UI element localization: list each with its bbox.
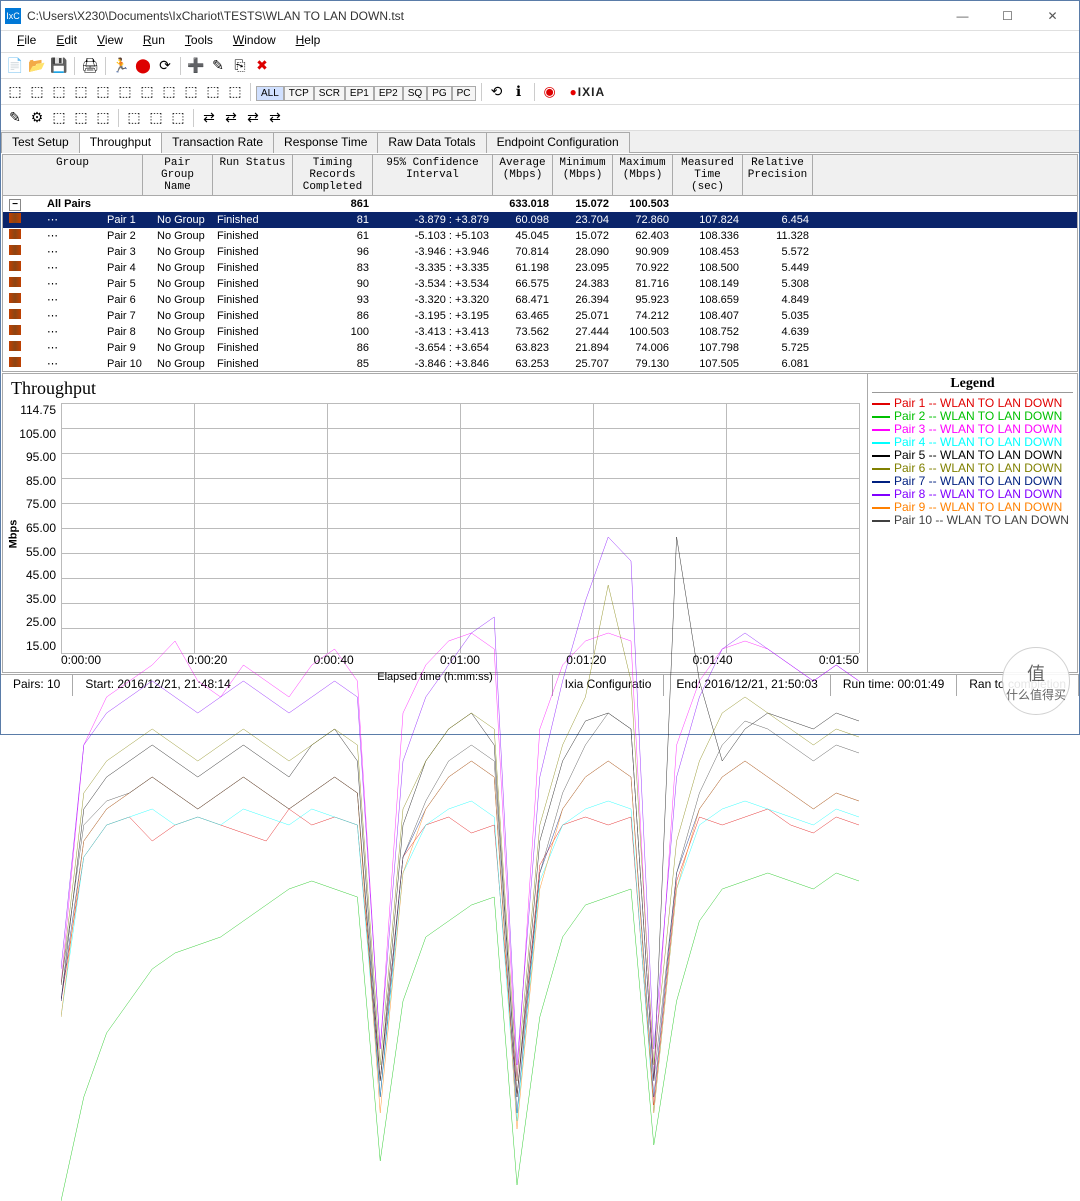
ixia-ball-icon: ◉ (540, 82, 560, 102)
tab-throughput[interactable]: Throughput (79, 132, 162, 153)
print-icon[interactable]: 🖨 (80, 56, 100, 76)
t3-d-icon[interactable]: ⬚ (71, 108, 91, 128)
menu-tools[interactable]: Tools (175, 31, 223, 52)
menu-run[interactable]: Run (133, 31, 175, 52)
t2-c-icon[interactable]: ⬚ (49, 82, 69, 102)
t3-e-icon[interactable]: ⬚ (93, 108, 113, 128)
pair-row[interactable]: ⋯ Pair 3 No Group Finished 96 -3.946 : +… (3, 244, 1077, 260)
col-header[interactable]: Run Status (213, 155, 293, 195)
toolbar-main: 📄 📂 💾 🖨 🏃 ⬤ ⟳ ➕ ✎ ⎘ ✖ (1, 53, 1079, 79)
t2-j-icon[interactable]: ⬚ (203, 82, 223, 102)
t2-b-icon[interactable]: ⬚ (27, 82, 47, 102)
filter-sq[interactable]: SQ (403, 86, 427, 101)
col-header[interactable]: Minimum (Mbps) (553, 155, 613, 195)
t3-i-icon[interactable]: ⇄ (199, 108, 219, 128)
menu-bar: FileEditViewRunToolsWindowHelp (1, 31, 1079, 53)
pair-row[interactable]: ⋯ Pair 7 No Group Finished 86 -3.195 : +… (3, 308, 1077, 324)
col-header[interactable]: Pair Group Name (143, 155, 213, 195)
title-bar: IxC C:\Users\X230\Documents\IxChariot\TE… (1, 1, 1079, 31)
filter-pc[interactable]: PC (452, 86, 476, 101)
t3-a-icon[interactable]: ✎ (5, 108, 25, 128)
toolbar-filter: ⬚ ⬚ ⬚ ⬚ ⬚ ⬚ ⬚ ⬚ ⬚ ⬚ ⬚ ALLTCPSCREP1EP2SQP… (1, 79, 1079, 105)
tab-test-setup[interactable]: Test Setup (1, 132, 80, 153)
t3-f-icon[interactable]: ⬚ (124, 108, 144, 128)
minimize-button[interactable]: — (940, 2, 985, 30)
t2-h-icon[interactable]: ⬚ (159, 82, 179, 102)
save-icon[interactable]: 💾 (49, 56, 69, 76)
tab-raw-data-totals[interactable]: Raw Data Totals (377, 132, 486, 153)
poll-icon[interactable]: ⟳ (155, 56, 175, 76)
pair-row[interactable]: ⋯ Pair 6 No Group Finished 93 -3.320 : +… (3, 292, 1077, 308)
col-header[interactable]: Measured Time (sec) (673, 155, 743, 195)
t3-b-icon[interactable]: ⚙ (27, 108, 47, 128)
menu-window[interactable]: Window (223, 31, 286, 52)
t2-f-icon[interactable]: ⬚ (115, 82, 135, 102)
addpair-icon[interactable]: ➕ (186, 56, 206, 76)
legend-title: Legend (872, 376, 1073, 393)
tabs-bar: Test SetupThroughputTransaction RateResp… (1, 131, 1079, 153)
col-header[interactable]: Relative Precision (743, 155, 813, 195)
stop-icon[interactable]: ⬤ (133, 56, 153, 76)
menu-edit[interactable]: Edit (46, 31, 87, 52)
chart-title: Throughput (11, 378, 859, 399)
col-header[interactable]: 95% Confidence Interval (373, 155, 493, 195)
col-header[interactable]: Group (3, 155, 143, 195)
col-header[interactable]: Maximum (Mbps) (613, 155, 673, 195)
allpairs-row[interactable]: − All Pairs 861 633.018 15.072 100.503 (3, 196, 1077, 212)
new-icon[interactable]: 📄 (5, 56, 25, 76)
t2-i-icon[interactable]: ⬚ (181, 82, 201, 102)
t2-g-icon[interactable]: ⬚ (137, 82, 157, 102)
filter-ep1[interactable]: EP1 (345, 86, 374, 101)
copy-icon[interactable]: ⎘ (230, 56, 250, 76)
window-title: C:\Users\X230\Documents\IxChariot\TESTS\… (27, 9, 940, 23)
filter-pg[interactable]: PG (427, 86, 451, 101)
chart-plot[interactable]: Mbps 114.75105.0095.0085.0075.0065.0055.… (61, 403, 859, 653)
t3-k-icon[interactable]: ⇄ (243, 108, 263, 128)
filter-scr[interactable]: SCR (314, 86, 345, 101)
t2-a-icon[interactable]: ⬚ (5, 82, 25, 102)
delete-icon[interactable]: ✖ (252, 56, 272, 76)
col-header[interactable]: Timing Records Completed (293, 155, 373, 195)
ixia-logo: ●IXIA (570, 85, 606, 99)
filter-all[interactable]: ALL (256, 86, 284, 101)
pair-row[interactable]: ⋯ Pair 8 No Group Finished 100 -3.413 : … (3, 324, 1077, 340)
menu-help[interactable]: Help (286, 31, 331, 52)
pair-row[interactable]: ⋯ Pair 5 No Group Finished 90 -3.534 : +… (3, 276, 1077, 292)
menu-file[interactable]: File (7, 31, 46, 52)
pair-row[interactable]: ⋯ Pair 1 No Group Finished 81 -3.879 : +… (3, 212, 1077, 228)
t3-g-icon[interactable]: ⬚ (146, 108, 166, 128)
app-icon: IxC (5, 8, 21, 24)
pair-row[interactable]: ⋯ Pair 2 No Group Finished 61 -5.103 : +… (3, 228, 1077, 244)
run-icon[interactable]: 🏃 (111, 56, 131, 76)
filter-tcp[interactable]: TCP (284, 86, 314, 101)
t3-j-icon[interactable]: ⇄ (221, 108, 241, 128)
t3-h-icon[interactable]: ⬚ (168, 108, 188, 128)
filter-ep2[interactable]: EP2 (374, 86, 403, 101)
watermark: 值什么值得买 (1002, 647, 1070, 715)
edit-icon[interactable]: ✎ (208, 56, 228, 76)
pair-row[interactable]: ⋯ Pair 9 No Group Finished 86 -3.654 : +… (3, 340, 1077, 356)
t2-k-icon[interactable]: ⬚ (225, 82, 245, 102)
tab-transaction-rate[interactable]: Transaction Rate (161, 132, 274, 153)
tab-endpoint-configuration[interactable]: Endpoint Configuration (486, 132, 630, 153)
t2-e-icon[interactable]: ⬚ (93, 82, 113, 102)
chart-area: Throughput Mbps 114.75105.0095.0085.0075… (2, 373, 1078, 673)
legend-panel: Legend Pair 1 -- WLAN TO LAN DOWNPair 2 … (867, 374, 1077, 672)
legend-item[interactable]: Pair 10 -- WLAN TO LAN DOWN (872, 514, 1073, 527)
toolbar-tools: ✎ ⚙ ⬚ ⬚ ⬚ ⬚ ⬚ ⬚ ⇄ ⇄ ⇄ ⇄ (1, 105, 1079, 131)
close-button[interactable]: ✕ (1030, 2, 1075, 30)
menu-view[interactable]: View (87, 31, 133, 52)
t3-l-icon[interactable]: ⇄ (265, 108, 285, 128)
t3-c-icon[interactable]: ⬚ (49, 108, 69, 128)
col-header[interactable]: Average (Mbps) (493, 155, 553, 195)
open-icon[interactable]: 📂 (27, 56, 47, 76)
t2-d-icon[interactable]: ⬚ (71, 82, 91, 102)
tab-response-time[interactable]: Response Time (273, 132, 378, 153)
pair-row[interactable]: ⋯ Pair 4 No Group Finished 83 -3.335 : +… (3, 260, 1077, 276)
t2-sync-icon[interactable]: ⟲ (487, 82, 507, 102)
data-grid[interactable]: GroupPair Group NameRun StatusTiming Rec… (2, 154, 1078, 372)
maximize-button[interactable]: ☐ (985, 2, 1030, 30)
pair-row[interactable]: ⋯ Pair 10 No Group Finished 85 -3.846 : … (3, 356, 1077, 372)
t2-info-icon[interactable]: ℹ (509, 82, 529, 102)
